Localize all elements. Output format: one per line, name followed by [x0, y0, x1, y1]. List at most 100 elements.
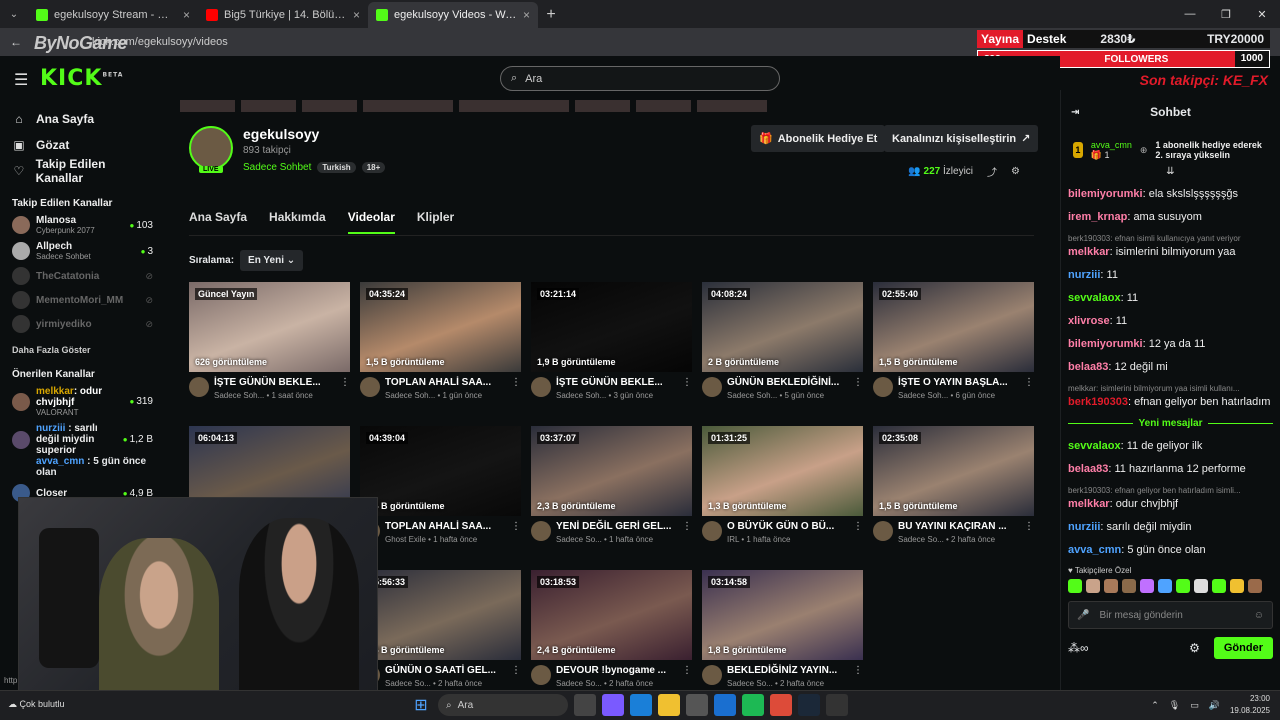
more-options-icon[interactable]: ⋮ — [340, 377, 350, 400]
stream-category[interactable]: Sadece Sohbet — [243, 162, 311, 173]
emote-icon[interactable] — [1158, 579, 1172, 593]
chat-message[interactable]: belaa83: 11 hazırlanma 12 performe — [1068, 462, 1273, 477]
video-thumbnail[interactable]: 04:08:24 2 B görüntüleme — [702, 282, 863, 372]
chat-username[interactable]: nurziii — [1068, 269, 1100, 281]
browser-tab-2[interactable]: Big5 Türkiye | 14. Bölüm : SINIR × — [198, 2, 368, 28]
video-thumbnail[interactable]: 01:31:25 1,3 B görüntüleme — [702, 426, 863, 516]
mic-tray-icon[interactable]: 🎙 — [1169, 700, 1180, 711]
clock[interactable]: 23:00 19.08.2025 — [1230, 693, 1270, 717]
sort-select[interactable]: En Yeni ⌄ — [240, 250, 304, 271]
chat-message[interactable]: bilemiyorumki: 12 ya da 11 — [1068, 337, 1273, 352]
gift-sub-button[interactable]: 🎁 Abonelik Hediye Et — [751, 125, 886, 152]
chat-username[interactable]: irem_krnap — [1068, 211, 1127, 223]
video-title[interactable]: GÜNÜN BEKLEDİĞİNİ... — [727, 377, 839, 388]
chat-username[interactable]: avva_cmn — [1068, 544, 1121, 556]
chat-username[interactable]: xlivrose — [1068, 315, 1110, 327]
chat-username[interactable]: bilemiyorumki — [1068, 188, 1143, 200]
video-thumbnail[interactable]: 02:35:08 1,5 B görüntüleme — [873, 426, 1034, 516]
chat-username[interactable]: melkkar — [1068, 246, 1110, 258]
video-card[interactable]: 05:56:33 2,4 B görüntüleme GÜNÜN O SAATİ G… — [360, 570, 521, 688]
browser-tab-1[interactable]: egekulsoyy Stream - Watch Live × — [28, 2, 198, 28]
kick-logo[interactable]: KICKBETA — [40, 66, 123, 91]
more-options-icon[interactable]: ⋮ — [511, 665, 521, 688]
obs-icon[interactable] — [826, 694, 848, 716]
more-options-icon[interactable]: ⋮ — [511, 521, 521, 544]
video-thumbnail[interactable]: 02:55:40 1,5 B görüntüleme — [873, 282, 1034, 372]
share-icon[interactable]: ⤴ — [987, 164, 997, 179]
file-explorer-icon[interactable] — [658, 694, 680, 716]
chat-username[interactable]: bilemiyorumki — [1068, 338, 1143, 350]
emote-icon[interactable] — [1086, 579, 1100, 593]
chat-username[interactable]: berk190303 — [1068, 396, 1128, 408]
close-tab-icon[interactable]: × — [183, 8, 190, 22]
video-thumbnail[interactable]: 03:21:14 1,9 B görüntüleme — [531, 282, 692, 372]
video-title[interactable]: TOPLAN AHALİ SAA... — [385, 521, 491, 532]
channel-avatar[interactable]: LIVE — [189, 126, 233, 173]
chat-message[interactable]: berk190303: efnan geliyor ben hatırladım — [1068, 395, 1273, 410]
video-card[interactable]: 02:55:40 1,5 B görüntüleme İŞTE O YAYIN BA… — [873, 282, 1034, 400]
chat-input[interactable]: 🎤 Bir mesaj gönderin ☺ — [1068, 601, 1273, 629]
emote-icon[interactable] — [1176, 579, 1190, 593]
collapse-chat-icon[interactable]: ⇥ — [1071, 107, 1079, 118]
close-tab-icon[interactable]: × — [523, 8, 530, 22]
chat-message[interactable]: bilemiyorumki: ela skslslşşşşşşğs — [1068, 187, 1273, 202]
tab-about[interactable]: Hakkımda — [269, 210, 326, 234]
settings-icon[interactable]: ⚙ — [1189, 641, 1200, 655]
tag-age[interactable]: 18+ — [361, 162, 386, 173]
video-card[interactable]: 04:39:04 1,4 B görüntüleme TOPLAN AHALİ SA… — [360, 426, 521, 544]
chrome-icon[interactable] — [770, 694, 792, 716]
chat-username[interactable]: sevvalaox — [1068, 440, 1121, 452]
video-thumbnail[interactable]: 03:14:58 1,8 B görüntüleme — [702, 570, 863, 660]
nav-following[interactable]: ♡ Takip Edilen Kanallar — [0, 157, 165, 185]
mic-icon[interactable]: 🎤 — [1077, 610, 1089, 621]
more-options-icon[interactable]: ⋮ — [1024, 377, 1034, 400]
chat-username[interactable]: sevvalaox — [1068, 292, 1121, 304]
user-settings-icon[interactable]: ⚙ — [1011, 166, 1020, 177]
video-thumbnail[interactable]: 03:37:07 2,3 B görüntüleme — [531, 426, 692, 516]
copilot-icon[interactable] — [602, 694, 624, 716]
search-input[interactable]: ⌕ Ara — [500, 66, 780, 91]
video-thumbnail[interactable]: 04:35:24 1,5 B görüntüleme — [360, 282, 521, 372]
more-options-icon[interactable]: ⋮ — [682, 521, 692, 544]
display-icon[interactable]: ▭ — [1190, 700, 1199, 711]
video-card[interactable]: 01:31:25 1,3 B görüntüleme O BÜYÜK GÜN O B… — [702, 426, 863, 544]
emote-icon[interactable] — [1104, 579, 1118, 593]
browser-tab-3[interactable]: egekulsoyy Videos - Watch On × — [368, 2, 538, 28]
tab-home[interactable]: Ana Sayfa — [189, 210, 247, 234]
edge-icon[interactable] — [630, 694, 652, 716]
more-options-icon[interactable]: ⋮ — [1024, 521, 1034, 544]
tab-search-icon[interactable]: ⌄ — [0, 0, 28, 28]
video-title[interactable]: İŞTE O YAYIN BAŞLA... — [898, 377, 1008, 388]
video-title[interactable]: BU YAYINI KAÇIRAN ... — [898, 521, 1007, 532]
weather-widget[interactable]: ☁ Çok bulutlu — [8, 699, 65, 710]
video-title[interactable]: GÜNÜN O SAATİ GEL... — [385, 665, 496, 676]
minimize-button[interactable]: — — [1172, 0, 1208, 28]
video-card[interactable]: 03:21:14 1,9 B görüntüleme İŞTE GÜNÜN BEKL… — [531, 282, 692, 400]
video-thumbnail[interactable]: 03:18:53 2,4 B görüntüleme — [531, 570, 692, 660]
tag-language[interactable]: Turkish — [317, 162, 356, 173]
chat-username[interactable]: belaa83 — [1068, 463, 1108, 475]
close-tab-icon[interactable]: × — [353, 8, 360, 22]
video-card[interactable]: 04:08:24 2 B görüntüleme GÜNÜN BEKLEDİĞİNİ… — [702, 282, 863, 400]
chat-username[interactable]: nurziii — [1068, 521, 1100, 533]
close-window-button[interactable]: ✕ — [1244, 0, 1280, 28]
spotify-icon[interactable] — [742, 694, 764, 716]
chat-message[interactable]: sevvalaox: 11 — [1068, 291, 1273, 306]
more-options-icon[interactable]: ⋮ — [682, 665, 692, 688]
video-title[interactable]: O BÜYÜK GÜN O BÜ... — [727, 521, 834, 532]
customize-channel-button[interactable]: Kanalınızı kişiselleştirin ↗ — [884, 125, 1039, 152]
steam-icon[interactable] — [798, 694, 820, 716]
video-thumbnail[interactable]: 05:56:33 2,4 B görüntüleme — [360, 570, 521, 660]
chat-message[interactable]: melkkar: isimlerini bilmiyorum yaa — [1068, 245, 1273, 260]
sidebar-channel[interactable]: AllpechSadece Sohbet 3 — [0, 235, 165, 261]
sidebar-channel[interactable]: MementoMori_MM ⊘ — [0, 285, 165, 309]
nav-browse[interactable]: ▣ Gözat — [0, 132, 165, 158]
back-icon[interactable]: ← — [10, 35, 22, 49]
emote-icon[interactable] — [1122, 579, 1136, 593]
new-tab-button[interactable]: + — [538, 2, 564, 28]
video-card[interactable]: 03:14:58 1,8 B görüntüleme BEKLEDİĞİNİZ YA… — [702, 570, 863, 688]
video-title[interactable]: İŞTE GÜNÜN BEKLE... — [556, 377, 663, 388]
nav-home[interactable]: ⌂ Ana Sayfa — [0, 106, 165, 132]
video-thumbnail[interactable]: 04:39:04 1,4 B görüntüleme — [360, 426, 521, 516]
chat-username[interactable]: melkkar — [1068, 498, 1110, 510]
